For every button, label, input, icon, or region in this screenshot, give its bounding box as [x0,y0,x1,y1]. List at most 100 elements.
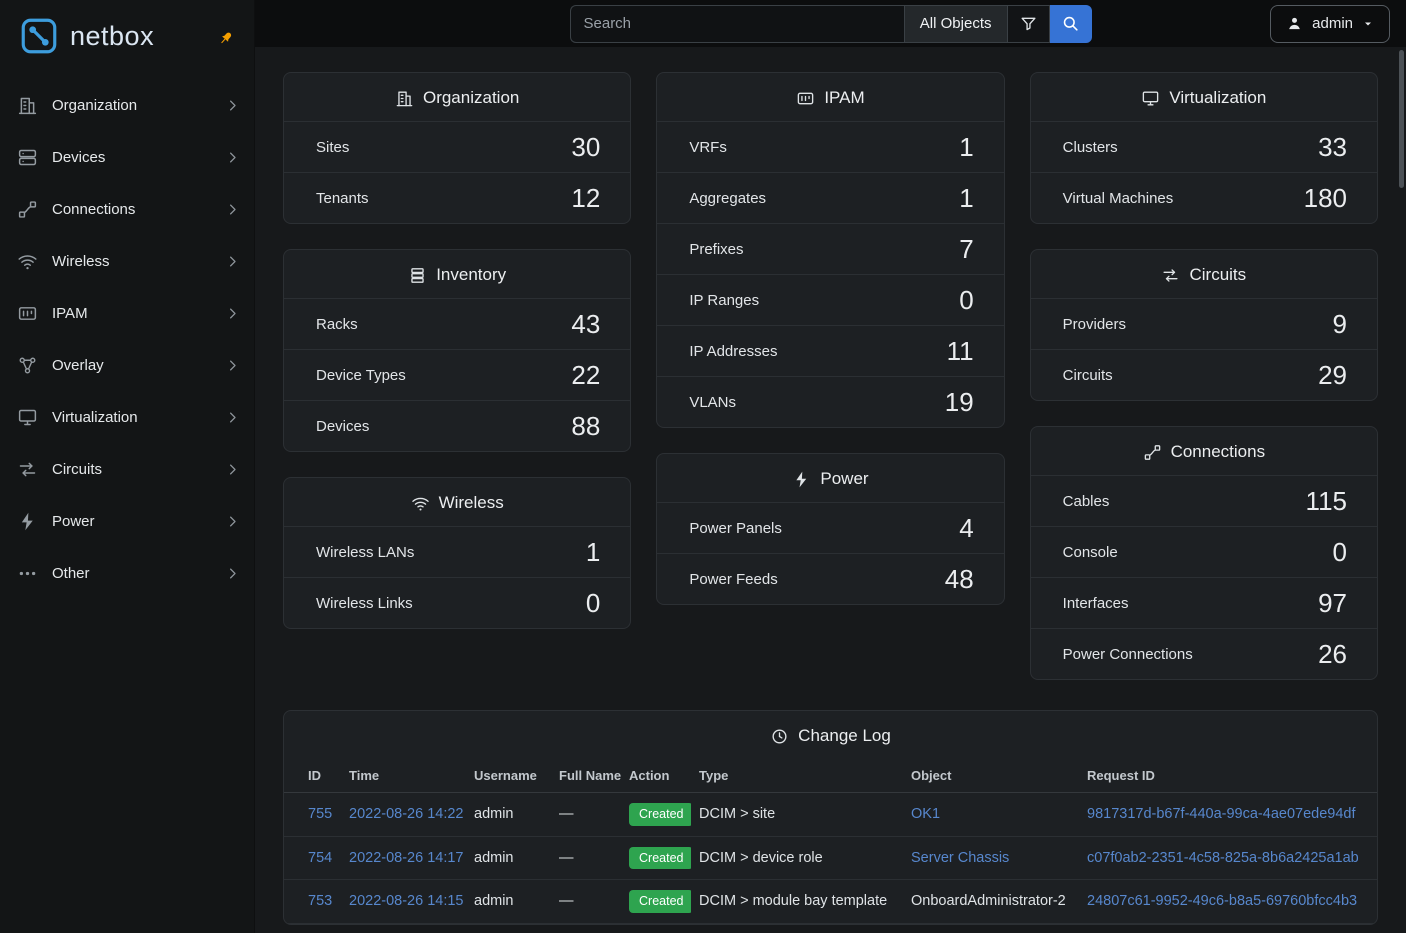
card-ipam: IPAM VRFs 1 Aggregates 1 Prefixes 7 IP R… [656,72,1004,428]
filter-button[interactable] [1008,5,1050,43]
request-id-link[interactable]: 24807c61-9952-49c6-b8a5-69760bfcc4b3 [1087,893,1357,909]
transfer-icon [1161,266,1180,285]
stat-label[interactable]: VRFs [689,139,727,156]
stat-row-cables[interactable]: Cables 115 [1031,475,1377,526]
search-button[interactable] [1050,5,1092,43]
stat-label[interactable]: Sites [316,139,349,156]
stat-row-providers[interactable]: Providers 9 [1031,298,1377,349]
stat-row-ip-addresses[interactable]: IP Addresses 11 [657,325,1003,376]
scrollbar[interactable] [1399,50,1404,188]
sidebar-item-circuits[interactable]: Circuits [0,443,254,495]
stat-label[interactable]: VLANs [689,394,736,411]
stat-label[interactable]: Devices [316,418,369,435]
change-id-link[interactable]: 753 [308,893,332,909]
change-object: OnboardAdministrator-2 [911,893,1066,909]
stat-label[interactable]: Interfaces [1063,595,1129,612]
request-id-link[interactable]: 9817317d-b67f-440a-99ca-4ae07ede94df [1087,806,1355,822]
change-full-name: — [559,806,574,822]
object-type-dropdown[interactable]: All Objects [904,5,1008,43]
sidebar-item-power[interactable]: Power [0,495,254,547]
stat-row-devices[interactable]: Devices 88 [284,400,630,451]
change-object-link[interactable]: Server Chassis [911,850,1009,866]
col-username: Username [466,759,551,793]
stat-row-power-connections[interactable]: Power Connections 26 [1031,628,1377,679]
stat-label[interactable]: Circuits [1063,367,1113,384]
changelog-row-755: 755 2022-08-26 14:22 admin — Created DCI… [284,793,1377,837]
request-id-link[interactable]: c07f0ab2-2351-4c58-825a-8b6a2425a1ab [1087,850,1359,866]
action-badge-created: Created [629,890,691,913]
stat-row-vrfs[interactable]: VRFs 1 [657,121,1003,172]
stat-label[interactable]: Aggregates [689,190,766,207]
stat-label[interactable]: IP Ranges [689,292,759,309]
building-icon [17,95,38,116]
stat-row-device-types[interactable]: Device Types 22 [284,349,630,400]
stat-row-wireless-lans[interactable]: Wireless LANs 1 [284,526,630,577]
change-time-link[interactable]: 2022-08-26 14:22 [349,806,464,822]
stat-row-tenants[interactable]: Tenants 12 [284,172,630,223]
card-title: Organization [423,88,519,108]
sidebar-item-virtualization[interactable]: Virtualization [0,391,254,443]
stat-row-power-panels[interactable]: Power Panels 4 [657,502,1003,553]
card-title: Virtualization [1169,88,1266,108]
stat-row-prefixes[interactable]: Prefixes 7 [657,223,1003,274]
stat-row-ip-ranges[interactable]: IP Ranges 0 [657,274,1003,325]
stat-row-vlans[interactable]: VLANs 19 [657,376,1003,427]
stat-label[interactable]: Tenants [316,190,369,207]
stat-label[interactable]: Providers [1063,316,1126,333]
stat-label[interactable]: Power Feeds [689,571,777,588]
pin-icon[interactable] [215,27,238,50]
stat-label[interactable]: Wireless LANs [316,544,414,561]
stat-label[interactable]: Virtual Machines [1063,190,1174,207]
user-label: admin [1312,15,1353,32]
change-object-link[interactable]: OK1 [911,806,940,822]
chevron-right-icon [225,462,240,477]
change-id-link[interactable]: 755 [308,806,332,822]
user-menu[interactable]: admin [1270,5,1390,43]
stat-row-wireless-links[interactable]: Wireless Links 0 [284,577,630,628]
stat-value: 0 [586,590,600,616]
sidebar-item-other[interactable]: Other [0,547,254,599]
stat-label[interactable]: Console [1063,544,1118,561]
sidebar-item-connections[interactable]: Connections [0,183,254,235]
stat-label[interactable]: Clusters [1063,139,1118,156]
sidebar-item-overlay[interactable]: Overlay [0,339,254,391]
card-connections: Connections Cables 115 Console 0 Interfa… [1030,426,1378,680]
change-type: DCIM > device role [699,850,823,866]
change-time-link[interactable]: 2022-08-26 14:15 [349,893,464,909]
stat-label[interactable]: Power Connections [1063,646,1193,663]
building-icon [395,89,414,108]
stat-label[interactable]: Power Panels [689,520,782,537]
search-input[interactable] [570,5,904,43]
stat-row-aggregates[interactable]: Aggregates 1 [657,172,1003,223]
stat-label[interactable]: Device Types [316,367,406,384]
change-id-link[interactable]: 754 [308,850,332,866]
stat-label[interactable]: Racks [316,316,358,333]
change-time-link[interactable]: 2022-08-26 14:17 [349,850,464,866]
stat-row-console[interactable]: Console 0 [1031,526,1377,577]
card-header: Inventory [284,250,630,298]
stat-label[interactable]: Wireless Links [316,595,413,612]
col-time: Time [341,759,466,793]
stat-row-racks[interactable]: Racks 43 [284,298,630,349]
stat-row-interfaces[interactable]: Interfaces 97 [1031,577,1377,628]
stat-label[interactable]: IP Addresses [689,343,777,360]
col-full-name: Full Name [551,759,621,793]
stat-row-power-feeds[interactable]: Power Feeds 48 [657,553,1003,604]
sidebar-item-wireless[interactable]: Wireless [0,235,254,287]
card-title: Inventory [436,265,506,285]
stat-row-circuits[interactable]: Circuits 29 [1031,349,1377,400]
card-changelog: Change Log ID Time Username Full Name Ac… [283,710,1378,925]
stat-row-virtual-machines[interactable]: Virtual Machines 180 [1031,172,1377,223]
change-type: DCIM > site [699,806,775,822]
stat-label[interactable]: Cables [1063,493,1110,510]
server-icon [17,147,38,168]
sidebar-item-devices[interactable]: Devices [0,131,254,183]
stat-label[interactable]: Prefixes [689,241,743,258]
stat-row-clusters[interactable]: Clusters 33 [1031,121,1377,172]
wifi-icon [411,494,430,513]
chevron-right-icon [225,514,240,529]
sidebar-item-ipam[interactable]: IPAM [0,287,254,339]
sidebar-item-organization[interactable]: Organization [0,79,254,131]
brand[interactable]: netbox [0,0,254,69]
stat-row-sites[interactable]: Sites 30 [284,121,630,172]
